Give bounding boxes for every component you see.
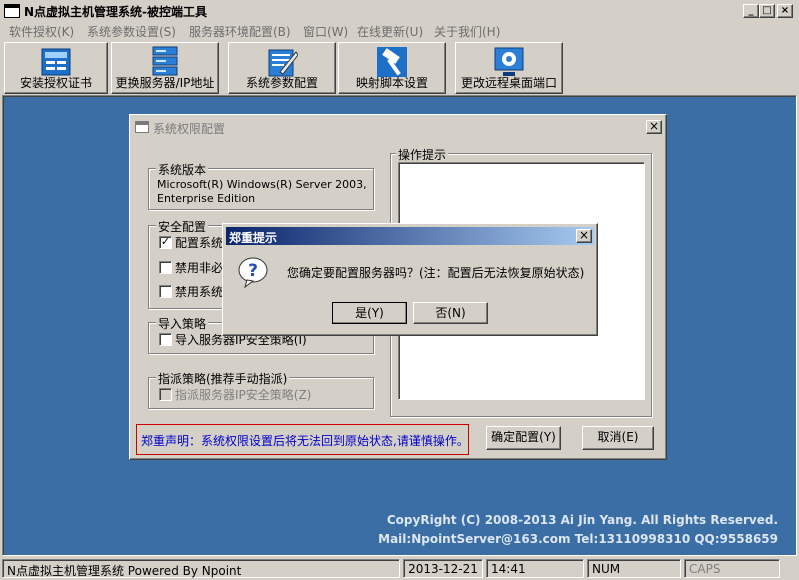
window-icon — [135, 121, 149, 133]
menu-about[interactable]: 关于我们(H) — [434, 23, 500, 40]
security-checkbox-3[interactable] — [159, 285, 172, 298]
security-group-label: 安全配置 — [156, 218, 209, 235]
copyright-line: CopyRight (C) 2008-2013 Ai Jin Yang. All… — [386, 513, 778, 527]
permission-window-title: 系统权限配置 — [153, 122, 226, 136]
menu-server-env[interactable]: 服务器环境配置(B) — [189, 23, 291, 40]
permission-window-titlebar[interactable]: 系统权限配置 × — [133, 118, 663, 136]
security-item-1-label: 配置系统 — [175, 236, 224, 250]
script-mapping-label: 映射脚本设置 — [355, 76, 428, 90]
confirm-dialog-close-button[interactable]: × — [576, 229, 592, 243]
version-group-label: 系统版本 — [156, 161, 209, 178]
change-server-ip-label: 更换服务器/IP地址 — [115, 76, 215, 90]
toolbar: 安装授权证书 更换服务器/IP地址 系统参数配置 映射脚本设置 更改远程桌面端口 — [0, 40, 799, 95]
change-rdp-port-button[interactable]: 更改远程桌面端口 — [455, 42, 563, 94]
warning-text: 郑重声明：系统权限设置后将无法回到原始状态,请谨慎操作。 — [141, 434, 469, 448]
app-window-icon[interactable] — [4, 4, 20, 18]
app-title: N点虚拟主机管理系统-被控端工具 — [24, 5, 208, 19]
minimize-button[interactable]: _ — [743, 4, 759, 18]
assign-policy-checkbox[interactable] — [159, 388, 172, 401]
security-checkbox-1[interactable]: ✓ — [159, 236, 172, 249]
menu-online-update[interactable]: 在线更新(U) — [357, 23, 423, 40]
svg-text:?: ? — [248, 261, 258, 281]
status-app-name: N点虚拟主机管理系统 Powered By Npoint — [2, 559, 400, 578]
warning-box: 郑重声明：系统权限设置后将无法回到原始状态,请谨慎操作。 — [136, 424, 469, 455]
install-license-label: 安装授权证书 — [19, 76, 92, 90]
change-server-ip-button[interactable]: 更换服务器/IP地址 — [111, 42, 219, 94]
status-time: 14:41 — [486, 559, 584, 578]
confirm-dialog-title: 郑重提示 — [229, 231, 278, 245]
status-num: NUM — [587, 559, 681, 578]
permission-window-close-button[interactable]: × — [646, 120, 662, 134]
cancel-button[interactable]: 取消(E) — [582, 426, 654, 450]
copyright-block: CopyRight (C) 2008-2013 Ai Jin Yang. All… — [378, 511, 778, 549]
close-button[interactable]: × — [777, 4, 793, 18]
status-caps: CAPS — [684, 559, 780, 578]
version-text-line1: Microsoft(R) Windows(R) Server 2003, — [157, 178, 367, 191]
yes-button[interactable]: 是(Y) — [332, 302, 407, 324]
security-item-2-label: 禁用非必 — [175, 261, 224, 275]
change-rdp-port-label: 更改远程桌面端口 — [460, 76, 557, 90]
menu-bar: 软件授权(K) 系统参数设置(S) 服务器环境配置(B) 窗口(W) 在线更新(… — [0, 22, 799, 40]
version-text-line2: Enterprise Edition — [157, 192, 256, 205]
confirm-message: 您确定要配置服务器吗？(注：配置后无法恢复原始状态) — [287, 266, 585, 280]
security-checkbox-2[interactable] — [159, 261, 172, 274]
security-item-3-label: 禁用系统 — [175, 285, 224, 299]
import-policy-checkbox[interactable] — [159, 333, 172, 346]
install-license-button[interactable]: 安装授权证书 — [4, 42, 108, 94]
confirm-dialog: 郑重提示 × ? 您确定要配置服务器吗？(注：配置后无法恢复原始状态) 是(Y)… — [222, 223, 598, 336]
confirm-config-button[interactable]: 确定配置(Y) — [486, 426, 561, 450]
system-params-button[interactable]: 系统参数配置 — [228, 42, 336, 94]
restore-button[interactable]: □ — [759, 4, 775, 18]
status-date: 2013-12-21 — [403, 559, 483, 578]
assign-policy-group-label: 指派策略(推荐手动指派) — [156, 370, 290, 387]
menu-system-params[interactable]: 系统参数设置(S) — [87, 23, 176, 40]
no-button[interactable]: 否(N) — [413, 302, 488, 324]
status-bar: N点虚拟主机管理系统 Powered By Npoint 2013-12-21 … — [0, 557, 799, 580]
contact-line: Mail:NpointServer@163.com Tel:1311099831… — [378, 532, 778, 546]
menu-license[interactable]: 软件授权(K) — [9, 23, 74, 40]
question-icon: ? — [238, 257, 268, 288]
assign-policy-label: 指派服务器IP安全策略(Z) — [175, 388, 312, 402]
hint-group-label: 操作提示 — [396, 146, 449, 163]
menu-window[interactable]: 窗口(W) — [303, 23, 348, 40]
script-mapping-button[interactable]: 映射脚本设置 — [338, 42, 446, 94]
app-title-bar[interactable]: N点虚拟主机管理系统-被控端工具 _ □ × — [0, 0, 799, 22]
import-policy-group-label: 导入策略 — [156, 315, 209, 332]
confirm-dialog-titlebar[interactable]: 郑重提示 × — [226, 227, 594, 245]
system-params-label: 系统参数配置 — [245, 76, 318, 90]
